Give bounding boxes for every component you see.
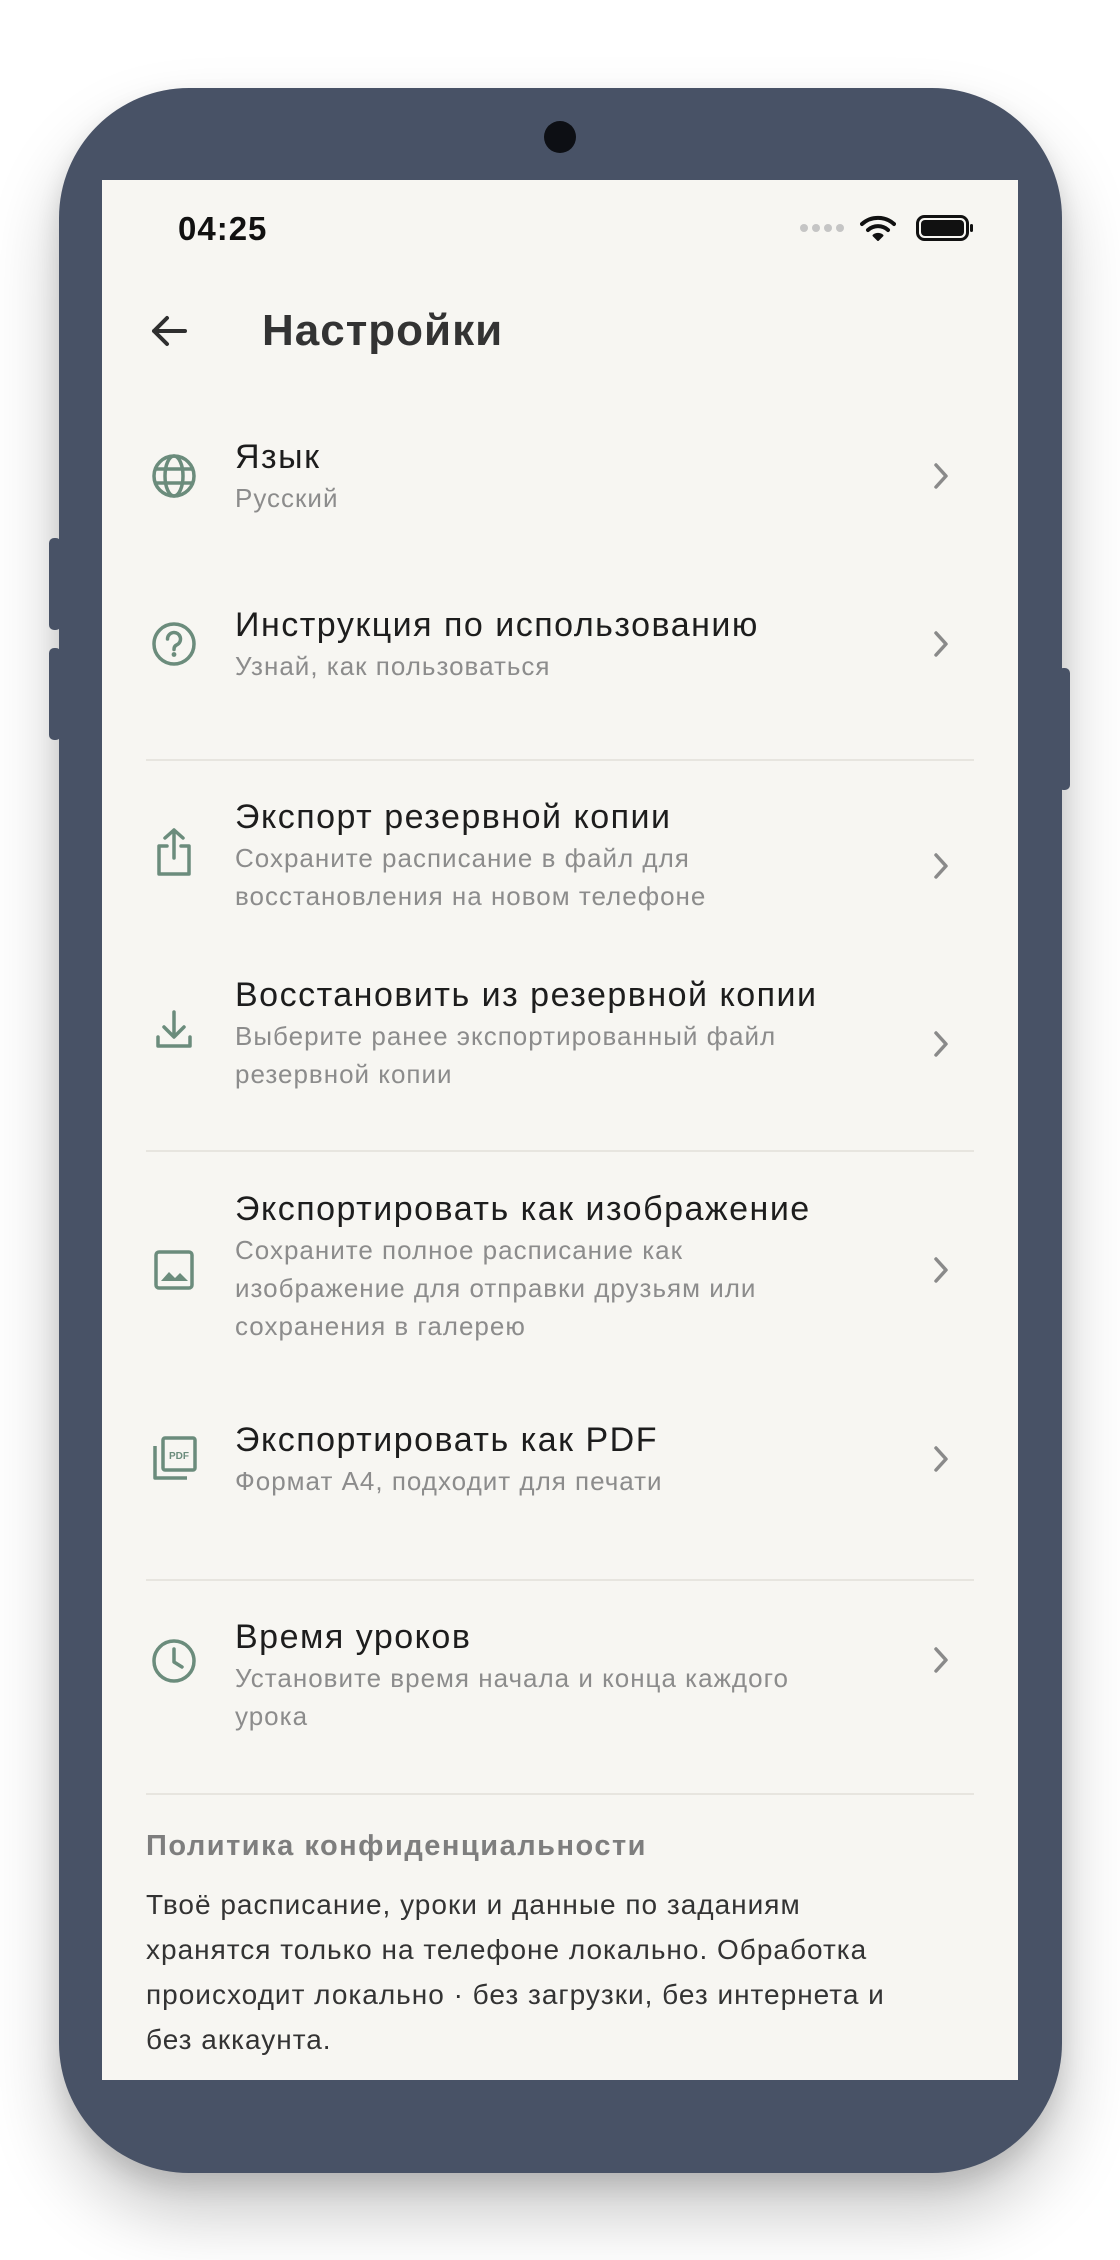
settings-item-backup-restore[interactable]: Восстановить из резервной копии Выберите… — [102, 976, 1018, 1138]
settings-item-subtitle: Сохраните расписание в файл для — [235, 843, 690, 873]
volume-down-button — [49, 648, 61, 740]
wifi-icon — [860, 215, 896, 241]
settings-item-subtitle: восстановления на новом телефоне — [235, 881, 707, 911]
settings-item-subtitle: урока — [235, 1701, 309, 1731]
settings-item-subtitle: изображение для отправки друзьям или — [235, 1273, 757, 1303]
settings-item-title: Восстановить из резервной копии — [235, 976, 818, 1014]
privacy-line: Твоё расписание, уроки и данные по задан… — [146, 1889, 801, 1920]
globe-icon — [146, 448, 202, 504]
settings-item-title: Время уроков — [235, 1618, 472, 1656]
chevron-right-icon — [926, 1026, 956, 1062]
share-upload-icon — [146, 824, 202, 880]
settings-item-title: Экспортировать как изображение — [235, 1190, 811, 1228]
page-title: Настройки — [262, 306, 504, 355]
arrow-left-icon — [152, 316, 187, 346]
chevron-right-icon — [926, 1441, 956, 1477]
settings-item-subtitle: сохранения в галерею — [235, 1311, 526, 1341]
chevron-right-icon — [926, 626, 956, 662]
settings-item-title: Экспорт резервной копии — [235, 798, 672, 836]
section-divider — [146, 1793, 974, 1795]
section-divider — [146, 1579, 974, 1581]
settings-item-subtitle: Узнай, как пользоваться — [235, 651, 551, 681]
back-button[interactable] — [142, 304, 196, 358]
privacy-policy-text: Твоё расписание, уроки и данные по задан… — [146, 1882, 986, 2062]
settings-item-title: Язык — [235, 438, 321, 476]
privacy-line: хранятся только на телефоне локально. Об… — [146, 1934, 868, 1965]
image-icon — [146, 1242, 202, 1298]
section-divider — [146, 759, 974, 761]
signal-dots-icon — [800, 224, 844, 232]
chevron-right-icon — [926, 1252, 956, 1288]
front-camera — [544, 121, 576, 153]
settings-item-backup-export[interactable]: Экспорт резервной копии Сохраните распис… — [102, 798, 1018, 960]
settings-item-instructions[interactable]: Инструкция по использованию Узнай, как п… — [102, 606, 1018, 726]
settings-item-language[interactable]: Язык Русский — [102, 438, 1018, 558]
help-circle-icon — [146, 616, 202, 672]
volume-up-button — [49, 538, 61, 630]
battery-icon — [916, 215, 973, 241]
settings-item-subtitle: Формат A4, подходит для печати — [235, 1466, 663, 1496]
privacy-policy-title: Политика конфиденциальности — [146, 1830, 647, 1862]
settings-item-subtitle: Сохраните полное расписание как — [235, 1235, 684, 1265]
settings-item-subtitle: резервной копии — [235, 1059, 453, 1089]
chevron-right-icon — [926, 1642, 956, 1678]
settings-item-lesson-times[interactable]: Время уроков Установите время начала и к… — [102, 1618, 1018, 1780]
settings-item-title: Инструкция по использованию — [235, 606, 759, 644]
chevron-right-icon — [926, 848, 956, 884]
pdf-file-icon: PDF — [146, 1431, 202, 1487]
settings-item-title: Экспортировать как PDF — [235, 1421, 658, 1459]
settings-item-export-image[interactable]: Экспортировать как изображение Сохраните… — [102, 1190, 1018, 1392]
privacy-line: без аккаунта. — [146, 2024, 332, 2055]
status-icons — [800, 210, 974, 246]
clock-icon — [146, 1633, 202, 1689]
status-time: 04:25 — [178, 210, 268, 247]
power-button — [1058, 668, 1070, 790]
settings-item-subtitle: Русский — [235, 483, 339, 513]
chevron-right-icon — [926, 458, 956, 494]
privacy-line: происходит локально · без загрузки, без … — [146, 1979, 885, 2010]
download-icon — [146, 1002, 202, 1058]
settings-item-subtitle: Установите время начала и конца каждого — [235, 1663, 789, 1693]
settings-item-subtitle: Выберите ранее экспортированный файл — [235, 1021, 777, 1051]
section-divider — [146, 1150, 974, 1152]
settings-item-export-pdf[interactable]: PDF Экспортировать как PDF Формат A4, по… — [102, 1421, 1018, 1541]
app-screen: 04:25 Настройки Язык Русский Инструкция … — [102, 180, 1018, 2080]
svg-text:PDF: PDF — [169, 1451, 189, 1462]
